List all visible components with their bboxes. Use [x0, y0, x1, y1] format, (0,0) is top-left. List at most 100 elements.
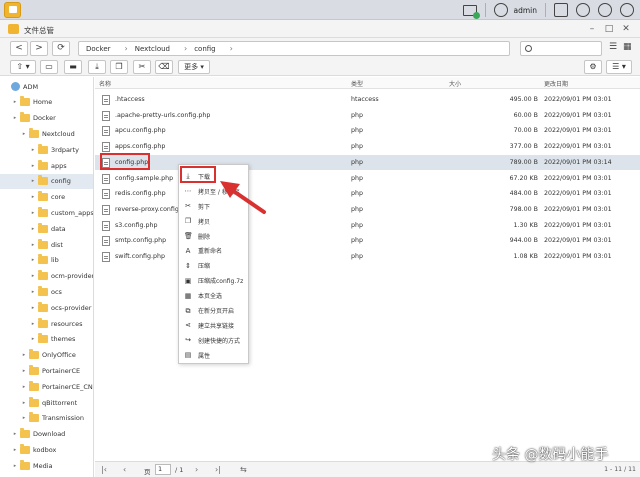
expand-caret-icon[interactable]: ▸: [30, 321, 36, 327]
tree-item[interactable]: ▸ Media: [12, 458, 53, 473]
tree-item[interactable]: ▸ Transmission: [21, 411, 84, 426]
context-menu-item[interactable]: ⇕ 压缩: [179, 258, 250, 273]
user-icon[interactable]: [493, 3, 508, 17]
column-modified[interactable]: 更改日期: [544, 79, 568, 88]
breadcrumb-item[interactable]: Nextcloud: [135, 45, 170, 53]
context-menu-item[interactable]: ⧉ 在新分页开启: [179, 303, 250, 318]
expand-caret-icon[interactable]: ▸: [21, 400, 27, 406]
view-mode-button[interactable]: ☰ ▾: [606, 60, 632, 74]
expand-caret-icon[interactable]: ▸: [21, 368, 27, 374]
storage-status-icon[interactable]: [462, 4, 480, 19]
expand-caret-icon[interactable]: ▸: [30, 226, 36, 232]
tree-item[interactable]: ▸ lib: [30, 253, 59, 268]
expand-caret-icon[interactable]: ▸: [12, 431, 18, 437]
upload-button[interactable]: ⇧ ▾: [10, 60, 36, 74]
tree-item[interactable]: ▸ core: [30, 190, 65, 205]
context-menu-item[interactable]: ↪ 创建快捷的方式: [179, 333, 250, 348]
list-view-icon[interactable]: ☰: [609, 42, 617, 52]
prev-page-button[interactable]: ‹: [123, 465, 126, 474]
tree-item[interactable]: ▸ config: [0, 173, 93, 189]
minimize-button[interactable]: –: [586, 23, 598, 35]
expand-caret-icon[interactable]: ▸: [12, 447, 18, 453]
settings-gear-icon[interactable]: ⚙: [584, 60, 602, 74]
file-row[interactable]: s3.config.php php 1.30 KB 2022/09/01 PM 03:…: [95, 218, 640, 234]
more-button[interactable]: 更多 ▾: [178, 60, 210, 74]
expand-caret-icon[interactable]: ▸: [21, 384, 27, 390]
tree-item[interactable]: ▸ dist: [30, 237, 63, 252]
expand-caret-icon[interactable]: ▸: [30, 305, 36, 311]
tree-item[interactable]: ▸ Nextcloud: [21, 126, 75, 141]
expand-caret-icon[interactable]: ▸: [21, 415, 27, 421]
context-menu-item[interactable]: 🗑 删除: [179, 229, 250, 244]
expand-caret-icon[interactable]: ▸: [30, 147, 36, 153]
tree-item[interactable]: ▸ apps: [30, 158, 67, 173]
file-row[interactable]: smtp.config.php php 944.00 B 2022/09/01 PM …: [95, 233, 640, 249]
tree-item[interactable]: ▸ themes: [30, 332, 75, 347]
tree-item[interactable]: ▸ PortainerCE: [21, 363, 80, 378]
tree-item[interactable]: ▸ Download: [12, 427, 65, 442]
file-row[interactable]: redis.config.php php 484.00 B 2022/09/01 PM…: [95, 186, 640, 202]
context-menu-item[interactable]: ❐ 拷贝: [179, 214, 250, 229]
context-menu-item[interactable]: ⋖ 建立共享链接: [179, 318, 250, 333]
grid-view-icon[interactable]: ▦: [623, 42, 632, 52]
tree-item[interactable]: ▸ ocs-provider: [30, 300, 91, 315]
context-menu-item[interactable]: ✂ 剪下: [179, 199, 250, 214]
column-size[interactable]: 大小: [449, 79, 461, 88]
file-row[interactable]: .htaccess htaccess 495.00 B 2022/09/01 PM 0…: [95, 92, 640, 108]
delete-icon[interactable]: ⌫: [155, 60, 173, 74]
file-row[interactable]: reverse-proxy.config.php php 798.00 B 2022/…: [95, 202, 640, 218]
file-row[interactable]: swift.config.php php 1.08 KB 2022/09/01 PM …: [95, 249, 640, 265]
tree-item[interactable]: ▸ custom_apps: [30, 205, 93, 220]
expand-caret-icon[interactable]: ▸: [30, 163, 36, 169]
tree-item[interactable]: ▸ resources: [30, 316, 83, 331]
expand-caret-icon[interactable]: ▸: [30, 194, 36, 200]
search-icon[interactable]: [598, 3, 612, 17]
user-name[interactable]: admin: [514, 6, 538, 15]
next-page-button[interactable]: ›: [195, 465, 198, 474]
copy-icon[interactable]: ❐: [110, 60, 128, 74]
file-row[interactable]: .apache-pretty-urls.config.php php 60.00 B…: [95, 108, 640, 124]
file-row[interactable]: config.php php 789.00 B 2022/09/01 PM 03:14: [95, 154, 640, 171]
expand-caret-icon[interactable]: ▸: [12, 115, 18, 121]
expand-caret-icon[interactable]: ▸: [30, 242, 36, 248]
context-menu-item[interactable]: ▣ 压缩成config.7z: [179, 273, 250, 288]
breadcrumb-item[interactable]: config: [194, 45, 215, 53]
tree-item[interactable]: ▸ OnlyOffice: [21, 348, 76, 363]
tree-item[interactable]: ▸ PortainerCE_CN: [21, 379, 93, 394]
tree-item[interactable]: ▸ ocm-provider: [30, 269, 93, 284]
file-row[interactable]: apps.config.php php 377.00 B 2022/09/01 PM …: [95, 139, 640, 155]
expand-caret-icon[interactable]: ▸: [30, 273, 36, 279]
new-folder-icon[interactable]: ▭: [40, 60, 58, 74]
column-name[interactable]: 名称: [99, 79, 111, 88]
tree-item[interactable]: ▸ qBittorrent: [21, 395, 77, 410]
last-page-button[interactable]: ›|: [215, 465, 221, 474]
expand-caret-icon[interactable]: ▸: [12, 463, 18, 469]
expand-caret-icon[interactable]: ▸: [30, 257, 36, 263]
column-type[interactable]: 类型: [351, 79, 363, 88]
first-page-button[interactable]: |‹: [101, 465, 107, 474]
cut-icon[interactable]: ✂: [133, 60, 151, 74]
context-menu-item[interactable]: ▤ 属性: [179, 348, 250, 363]
tree-item[interactable]: ▸ Docker: [12, 111, 56, 126]
expand-caret-icon[interactable]: ▸: [12, 99, 18, 105]
search-input[interactable]: [535, 43, 599, 54]
notifications-icon[interactable]: [554, 3, 568, 17]
page-input[interactable]: 1: [155, 464, 171, 475]
maximize-button[interactable]: □: [603, 23, 615, 35]
expand-caret-icon[interactable]: ▸: [30, 178, 36, 184]
expand-caret-icon[interactable]: ▸: [21, 352, 27, 358]
tree-item[interactable]: ▸ kodbox: [12, 442, 56, 457]
breadcrumb-item[interactable]: Docker: [86, 45, 111, 53]
help-icon[interactable]: [620, 3, 634, 17]
search-box[interactable]: [520, 41, 602, 56]
refresh-button[interactable]: ⟳: [52, 41, 70, 56]
context-menu-item[interactable]: A 重新命名: [179, 244, 250, 259]
tree-item[interactable]: ▸ data: [30, 221, 66, 236]
context-menu-item[interactable]: ▦ 本页全选: [179, 288, 250, 303]
download-icon[interactable]: ⤓: [88, 60, 106, 74]
file-explorer-app-icon[interactable]: [4, 2, 21, 18]
expand-caret-icon[interactable]: ▸: [21, 131, 27, 137]
back-button[interactable]: <: [10, 41, 28, 56]
file-row[interactable]: config.sample.php php 67.20 KB 2022/09/01 P…: [95, 171, 640, 187]
tree-item[interactable]: ▸ ocs: [30, 284, 62, 299]
